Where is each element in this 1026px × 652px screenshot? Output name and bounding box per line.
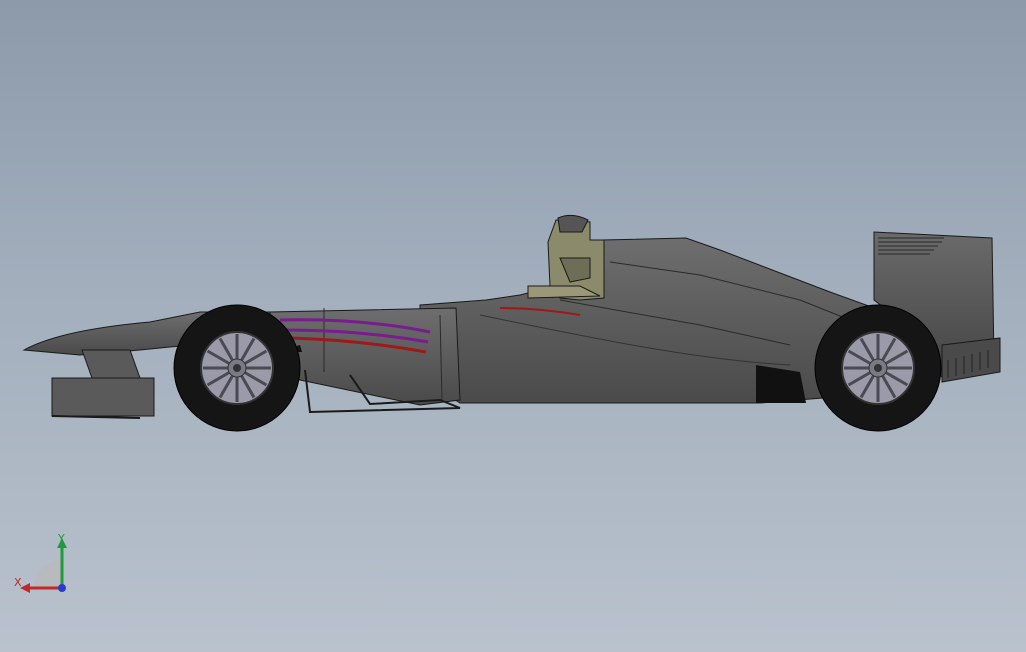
x-axis-label: X	[14, 576, 22, 589]
graphics-viewport[interactable]: Y X	[0, 0, 1026, 652]
z-axis-marker	[58, 584, 66, 592]
y-axis-label: Y	[57, 532, 65, 545]
f1-car-model[interactable]	[0, 0, 1026, 652]
orientation-triad[interactable]: Y X	[12, 532, 76, 596]
rear-wheel	[814, 304, 942, 432]
airbox	[527, 214, 605, 301]
triad-plane	[34, 560, 62, 588]
front-wheel	[173, 304, 301, 432]
